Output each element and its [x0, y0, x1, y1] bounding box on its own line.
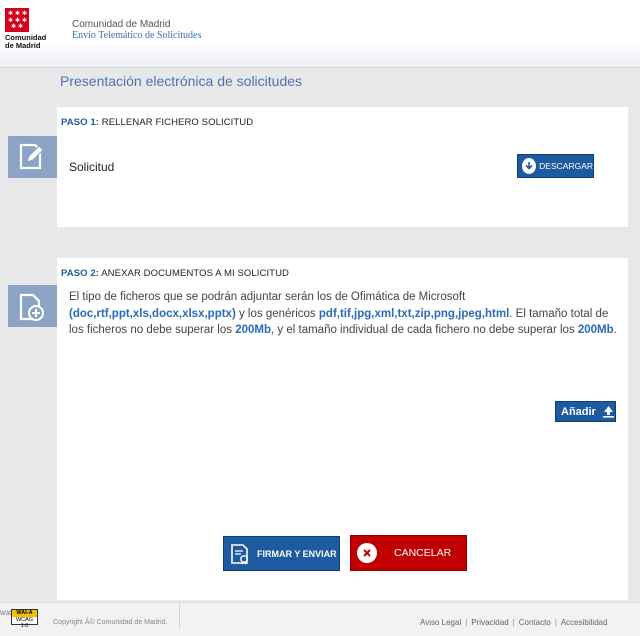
page-title: Presentación electrónica de solicitudes: [60, 73, 303, 89]
step2-panel: PASO 2: ANEXAR DOCUMENTOS A MI SOLICITUD…: [57, 258, 628, 600]
separator: |: [512, 618, 515, 627]
separator: |: [554, 618, 557, 627]
footer-links: Aviso Legal | Privacidad | Contacto | Ac…: [420, 618, 640, 627]
download-button-label: DESCARGAR: [539, 161, 593, 171]
copyright-text: Copyright Â© Comunidad de Madrid.: [53, 619, 168, 626]
contact-link[interactable]: Contacto: [519, 618, 551, 627]
add-file-button[interactable]: Añadir: [555, 401, 616, 422]
comunidad-madrid-logo[interactable]: ✱ ✱ ✱ ✱ ✱ ✱ ✱ ✱ Comunidad de Madrid: [5, 8, 51, 52]
org-name: Comunidad de Madrid: [72, 19, 171, 30]
w3c-logo[interactable]: W3C: [0, 611, 13, 621]
cancel-button[interactable]: CANCELAR: [350, 535, 467, 571]
add-file-button-label: Añadir: [561, 405, 596, 418]
download-button[interactable]: DESCARGAR: [517, 154, 594, 178]
header: ✱ ✱ ✱ ✱ ✱ ✱ ✱ ✱ Comunidad de Madrid Comunidad…: [0, 0, 640, 68]
step2-heading: PASO 2: ANEXAR DOCUMENTOS A MI SOLICITUD: [61, 268, 290, 279]
org-subtitle: Envío Telemático de Solicitudes: [72, 30, 202, 41]
footer: W3C WAI-A WCAG 1.0 Copyright Â© Comunida…: [0, 602, 640, 636]
privacy-link[interactable]: Privacidad: [471, 618, 508, 627]
legal-notice-link[interactable]: Aviso Legal: [420, 618, 461, 627]
logo-flag-icon: ✱ ✱ ✱ ✱ ✱ ✱ ✱ ✱: [5, 8, 29, 32]
edit-form-icon: [8, 136, 57, 178]
upload-icon: [602, 406, 614, 418]
footer-divider: [179, 603, 180, 629]
logo-text: Comunidad de Madrid: [5, 33, 47, 50]
download-icon: [522, 158, 537, 174]
wai-badge-bottom: WCAG 1.0: [15, 616, 34, 630]
add-document-icon: [8, 285, 57, 327]
file-type-info: El tipo de ficheros que se podrán adjunt…: [69, 291, 617, 336]
wai-a-badge[interactable]: WAI-A WCAG 1.0: [11, 609, 38, 629]
step1-panel: PASO 1: RELLENAR FICHERO SOLICITUD Solic…: [57, 107, 628, 227]
cancel-button-label: CANCELAR: [394, 547, 452, 559]
sign-and-send-button[interactable]: FIRMAR Y ENVIAR: [223, 536, 340, 571]
accessibility-link[interactable]: Accesibilidad: [561, 618, 608, 627]
solicitud-label: Solicitud: [69, 160, 115, 174]
sign-document-icon: [231, 543, 248, 564]
separator: |: [465, 618, 468, 627]
sign-button-label: FIRMAR Y ENVIAR: [257, 548, 337, 559]
close-icon: [357, 543, 377, 563]
step1-heading: PASO 1: RELLENAR FICHERO SOLICITUD: [61, 117, 254, 128]
